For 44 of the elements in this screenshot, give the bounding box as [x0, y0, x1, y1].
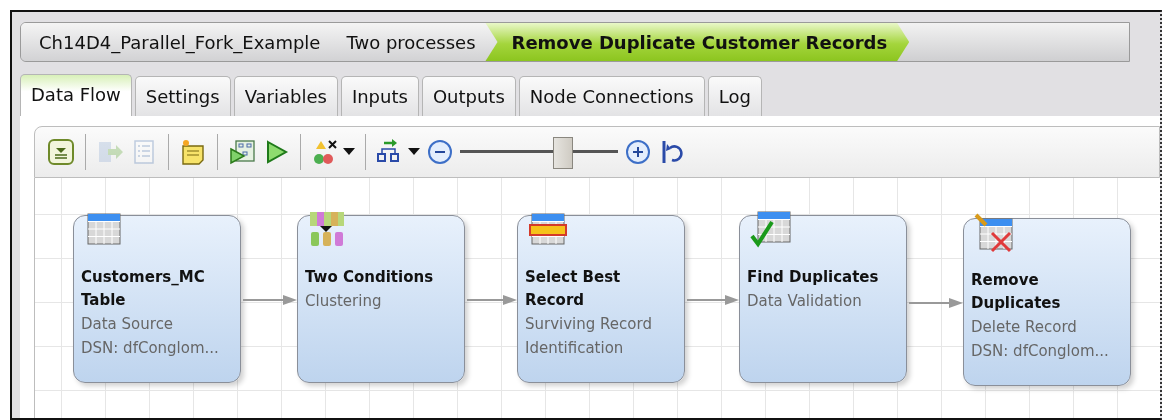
run-diagram-icon [228, 138, 256, 166]
zoom-in-button[interactable] [624, 138, 652, 166]
node-subtitle: Data Validation [747, 291, 863, 312]
node-subtitle: Identification [525, 338, 625, 359]
node-subtitle: DSN: dfConglom... [971, 341, 1110, 362]
delete-table-icon [974, 213, 1016, 255]
flow-node[interactable]: Two Conditions Clustering [297, 215, 465, 383]
zoom-in-icon [624, 138, 652, 166]
slider-thumb[interactable] [552, 137, 573, 169]
tab[interactable]: Node Connections [518, 76, 705, 116]
node-title: Two Conditions [305, 267, 435, 288]
validate-button[interactable] [311, 138, 355, 166]
zoom-out-icon [426, 138, 454, 166]
node-title: Find Duplicates [747, 267, 880, 288]
node-subtitle: Surviving Record [525, 314, 653, 335]
collapse-button[interactable] [47, 138, 75, 166]
collapse-icon [47, 138, 75, 166]
flow-node[interactable]: Customers_MC Table Data Source DSN: dfConglom... [73, 215, 241, 383]
node-title: Select Best Record [525, 267, 622, 311]
node-subtitle: Clustering [305, 291, 383, 312]
tab[interactable]: Inputs [340, 76, 419, 116]
flow-node[interactable]: Select Best Record Surviving Record Identification [517, 215, 685, 383]
node-subtitle: Delete Record [971, 317, 1078, 338]
tab[interactable]: Variables [233, 76, 338, 116]
node-subtitle: Data Source [81, 314, 175, 335]
tab[interactable]: Outputs [421, 76, 516, 116]
connector-arrow [909, 297, 963, 309]
tab[interactable]: Settings [134, 76, 231, 116]
tab[interactable]: Data Flow [20, 74, 132, 116]
node-title: Remove Duplicates [971, 270, 1062, 314]
caret-icon [343, 148, 355, 156]
tab[interactable]: Log [707, 76, 762, 116]
note-icon [179, 138, 207, 166]
node-title: Customers_MC Table [81, 267, 206, 311]
connector-arrow [243, 294, 297, 306]
node-subtitle: DSN: dfConglom... [81, 338, 220, 359]
run-diagram-button[interactable] [228, 138, 256, 166]
connector-arrow [687, 294, 739, 306]
zoom-out-button[interactable] [426, 138, 454, 166]
zoom-slider[interactable] [460, 137, 618, 167]
validate-icon [311, 138, 339, 166]
note-button[interactable] [179, 138, 207, 166]
caret-icon [408, 148, 420, 156]
connector-arrow [467, 294, 517, 306]
